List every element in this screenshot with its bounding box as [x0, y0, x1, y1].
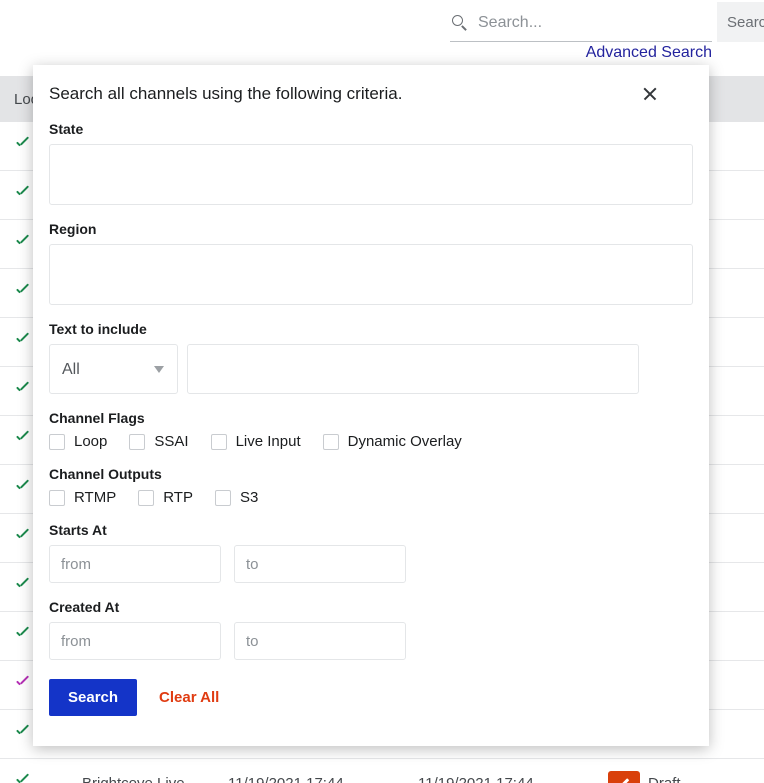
- search-icon: [452, 15, 468, 31]
- modal-header: Search all channels using the following …: [49, 65, 669, 105]
- field-text-to-include: Text to include All: [49, 321, 669, 394]
- checkbox-label: SSAI: [154, 433, 188, 450]
- checkbox-box[interactable]: [129, 434, 145, 450]
- modal-search-button[interactable]: Search: [49, 679, 137, 716]
- region-input[interactable]: [49, 244, 693, 305]
- cell-name: Brightcove Live: [58, 775, 228, 783]
- app-root: Advanced Search Search Loo ftftftftftftf…: [0, 0, 764, 783]
- check-icon: [14, 479, 30, 495]
- check-icon: [14, 332, 30, 348]
- created-at-from-input[interactable]: [49, 622, 221, 660]
- checkbox-label: RTP: [163, 489, 193, 506]
- check-icon: [14, 577, 30, 593]
- check-icon: [14, 381, 30, 397]
- starts-at-label: Starts At: [49, 522, 669, 538]
- check-icon: [14, 528, 30, 544]
- check-icon: [14, 136, 30, 152]
- check-icon: [14, 234, 30, 250]
- state-label: State: [49, 121, 669, 137]
- starts-at-to-input[interactable]: [234, 545, 406, 583]
- modal-clear-all-button[interactable]: Clear All: [159, 689, 219, 706]
- text-scope-select[interactable]: All: [49, 344, 178, 394]
- checkbox-box[interactable]: [138, 490, 154, 506]
- checkbox-box[interactable]: [49, 490, 65, 506]
- edit-pencil-icon[interactable]: [608, 771, 640, 783]
- checkbox-ssai[interactable]: SSAI: [129, 433, 188, 450]
- check-icon: [14, 675, 30, 691]
- created-at-to-input[interactable]: [234, 622, 406, 660]
- checkbox-label: Loop: [74, 433, 107, 450]
- checkbox-box[interactable]: [211, 434, 227, 450]
- text-to-include-label: Text to include: [49, 321, 669, 337]
- checkbox-label: S3: [240, 489, 258, 506]
- global-search-field[interactable]: [450, 4, 712, 42]
- checkbox-loop[interactable]: Loop: [49, 433, 107, 450]
- search-input[interactable]: [478, 14, 698, 32]
- table-row[interactable]: Brightcove Live11/19/2021 17:4411/19/202…: [0, 759, 764, 783]
- channel-flags-label: Channel Flags: [49, 410, 669, 426]
- checkbox-dynamic-overlay[interactable]: Dynamic Overlay: [323, 433, 462, 450]
- check-icon: [14, 773, 30, 783]
- search-button-toolbar[interactable]: Search: [717, 2, 764, 42]
- checkbox-box[interactable]: [323, 434, 339, 450]
- checkbox-label: Live Input: [236, 433, 301, 450]
- cell-updated-by: 11/19/2021 17:44: [228, 775, 418, 783]
- checkbox-live-input[interactable]: Live Input: [211, 433, 301, 450]
- field-channel-flags: Channel Flags Loop SSAI Live Input Dynamic …: [49, 410, 669, 450]
- text-scope-select-wrap: All: [49, 344, 178, 394]
- check-icon: [14, 626, 30, 642]
- modal-actions: Search Clear All: [49, 679, 669, 716]
- state-input[interactable]: [49, 144, 693, 205]
- channel-outputs-group: RTMP RTP S3: [49, 489, 669, 506]
- checkbox-box[interactable]: [49, 434, 65, 450]
- cell-loop: [0, 773, 58, 783]
- text-to-include-input[interactable]: [187, 344, 639, 394]
- advanced-search-link[interactable]: Advanced Search: [450, 44, 712, 62]
- check-icon: [14, 185, 30, 201]
- checkbox-label: RTMP: [74, 489, 116, 506]
- field-region: Region: [49, 221, 669, 305]
- status-badge: Draft: [648, 775, 681, 783]
- close-icon[interactable]: [639, 83, 661, 105]
- modal-title-text: Search all channels using the following …: [49, 83, 402, 105]
- field-channel-outputs: Channel Outputs RTMP RTP S3: [49, 466, 669, 506]
- channel-outputs-label: Channel Outputs: [49, 466, 669, 482]
- check-icon: [14, 724, 30, 740]
- field-starts-at: Starts At: [49, 522, 669, 583]
- checkbox-rtp[interactable]: RTP: [138, 489, 193, 506]
- check-icon: [14, 283, 30, 299]
- cell-created-by: 11/19/2021 17:44: [418, 775, 608, 783]
- checkbox-rtmp[interactable]: RTMP: [49, 489, 116, 506]
- field-created-at: Created At: [49, 599, 669, 660]
- advanced-search-modal: Search all channels using the following …: [33, 65, 709, 746]
- checkbox-s3[interactable]: S3: [215, 489, 258, 506]
- check-icon: [14, 430, 30, 446]
- region-label: Region: [49, 221, 669, 237]
- starts-at-from-input[interactable]: [49, 545, 221, 583]
- cell-state: Draft: [608, 771, 764, 783]
- field-state: State: [49, 121, 669, 205]
- created-at-label: Created At: [49, 599, 669, 615]
- checkbox-box[interactable]: [215, 490, 231, 506]
- channel-flags-group: Loop SSAI Live Input Dynamic Overlay: [49, 433, 669, 450]
- checkbox-label: Dynamic Overlay: [348, 433, 462, 450]
